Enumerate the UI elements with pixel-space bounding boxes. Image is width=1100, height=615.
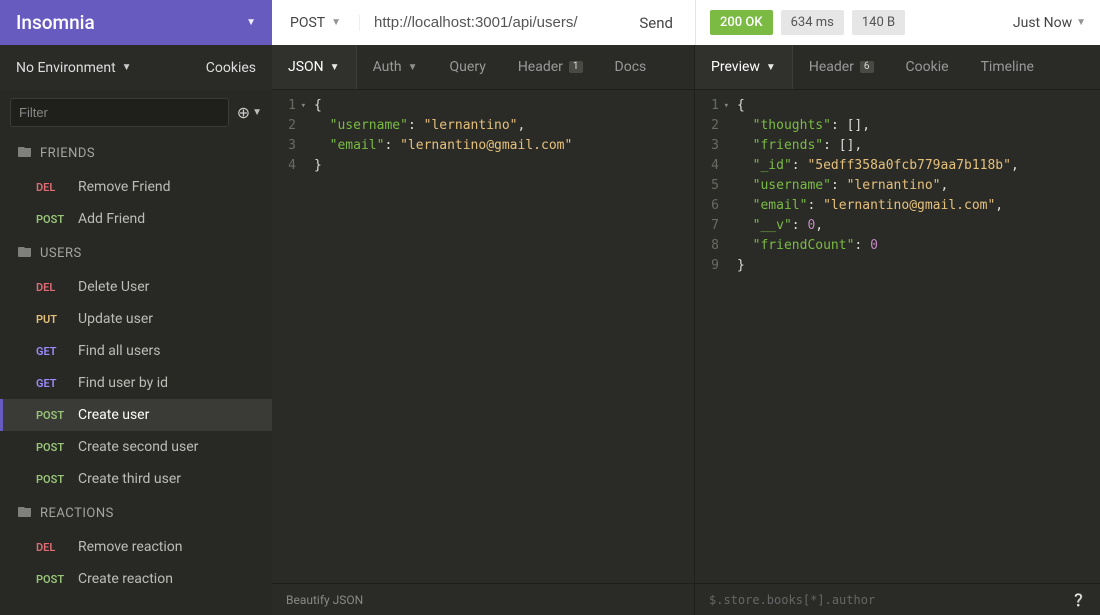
send-button[interactable]: Send (617, 14, 695, 32)
method-selector[interactable]: POST ▼ (272, 15, 360, 31)
request-item[interactable]: GET Find all users (0, 335, 272, 367)
plus-circle-icon: ⊕ (237, 103, 250, 122)
add-request-button[interactable]: ⊕ ▼ (237, 103, 262, 122)
request-label: Find user by id (78, 375, 168, 391)
request-method: POST (36, 473, 68, 486)
request-method: GET (36, 377, 68, 390)
environment-label: No Environment (16, 60, 116, 76)
request-method: POST (36, 441, 68, 454)
request-label: Add Friend (78, 211, 145, 227)
folder-icon (18, 505, 32, 521)
request-label: Update user (78, 311, 153, 327)
request-item[interactable]: GET Find user by id (0, 367, 272, 399)
sidebar: Insomnia ▼ No Environment ▼ Cookies ⊕ ▼ … (0, 0, 272, 615)
request-method: GET (36, 345, 68, 358)
chevron-down-icon: ▼ (122, 62, 132, 73)
tab-docs[interactable]: Docs (599, 45, 663, 89)
folder-users[interactable]: USERS (0, 235, 272, 271)
method-label: POST (290, 15, 325, 31)
folder-label: REACTIONS (40, 506, 114, 521)
request-method: DEL (36, 281, 68, 294)
filter-bar: ⊕ ▼ (0, 90, 272, 135)
request-label: Create second user (78, 439, 198, 455)
chevron-down-icon: ▼ (246, 17, 256, 28)
response-footer: ❔ (695, 583, 1100, 615)
request-item[interactable]: POST Create second user (0, 431, 272, 463)
request-method: DEL (36, 541, 68, 554)
url-bar: POST ▼ Send 200 OK 634 ms 140 B Just Now… (272, 0, 1100, 45)
request-method: POST (36, 573, 68, 586)
chevron-down-icon: ▼ (766, 62, 776, 73)
response-panel: Preview ▼ Header 6 Cookie Timeline 12345… (695, 45, 1100, 615)
header-count-badge: 1 (569, 61, 583, 73)
time-badge: 634 ms (781, 10, 844, 35)
request-tabs: JSON ▼ Auth ▼ Query Header 1 Docs (272, 45, 694, 90)
help-icon[interactable]: ❔ (1071, 593, 1086, 607)
app-title: Insomnia (16, 11, 95, 34)
size-badge: 140 B (852, 10, 905, 35)
request-list: FRIENDS DEL Remove Friend POST Add Friend USE… (0, 135, 272, 615)
folder-label: USERS (40, 246, 82, 261)
request-item[interactable]: DEL Remove reaction (0, 531, 272, 563)
cookies-button[interactable]: Cookies (206, 60, 256, 76)
request-method: POST (36, 213, 68, 226)
chevron-down-icon: ▼ (330, 62, 340, 73)
chevron-down-icon: ▼ (331, 17, 341, 28)
tab-auth[interactable]: Auth ▼ (357, 45, 434, 89)
request-body-editor[interactable]: 1234 { "username": "lernantino", "email"… (272, 90, 694, 583)
request-item[interactable]: POST Add Friend (0, 203, 272, 235)
request-label: Create user (78, 407, 149, 423)
chevron-down-icon: ▼ (252, 107, 262, 118)
request-item[interactable]: PUT Update user (0, 303, 272, 335)
environment-selector[interactable]: No Environment ▼ (16, 60, 132, 76)
response-body-viewer[interactable]: 123456789 { "thoughts": [], "friends": [… (695, 90, 1100, 583)
request-method: DEL (36, 181, 68, 194)
request-label: Find all users (78, 343, 160, 359)
request-item[interactable]: DEL Remove Friend (0, 171, 272, 203)
request-panel: JSON ▼ Auth ▼ Query Header 1 Docs 123 (272, 45, 695, 615)
folder-reactions[interactable]: REACTIONS (0, 495, 272, 531)
tab-response-header[interactable]: Header 6 (793, 45, 890, 89)
jsonpath-filter-input[interactable] (709, 593, 1063, 607)
history-selector[interactable]: Just Now ▼ (1013, 15, 1086, 31)
tab-cookie[interactable]: Cookie (890, 45, 965, 89)
request-label: Remove reaction (78, 539, 182, 555)
folder-friends[interactable]: FRIENDS (0, 135, 272, 171)
history-label: Just Now (1013, 15, 1072, 31)
folder-label: FRIENDS (40, 146, 95, 161)
request-label: Delete User (78, 279, 149, 295)
environment-bar: No Environment ▼ Cookies (0, 45, 272, 90)
tab-timeline[interactable]: Timeline (965, 45, 1050, 89)
url-input[interactable] (360, 14, 617, 31)
app-header[interactable]: Insomnia ▼ (0, 0, 272, 45)
request-item[interactable]: POST Create reaction (0, 563, 272, 595)
header-count-badge: 6 (860, 61, 874, 73)
beautify-button[interactable]: Beautify JSON (286, 593, 363, 607)
chevron-down-icon: ▼ (408, 62, 418, 73)
filter-input[interactable] (10, 98, 229, 127)
tab-query[interactable]: Query (434, 45, 502, 89)
folder-icon (18, 145, 32, 161)
request-item[interactable]: DEL Delete User (0, 271, 272, 303)
request-label: Remove Friend (78, 179, 171, 195)
status-badge: 200 OK (710, 10, 773, 35)
request-method: POST (36, 409, 68, 422)
tab-preview[interactable]: Preview ▼ (695, 45, 793, 89)
tab-body[interactable]: JSON ▼ (272, 45, 357, 89)
request-method: PUT (36, 313, 68, 326)
request-label: Create third user (78, 471, 181, 487)
response-tabs: Preview ▼ Header 6 Cookie Timeline (695, 45, 1100, 90)
request-label: Create reaction (78, 571, 173, 587)
tab-header[interactable]: Header 1 (502, 45, 599, 89)
folder-icon (18, 245, 32, 261)
request-item[interactable]: POST Create third user (0, 463, 272, 495)
request-footer: Beautify JSON (272, 583, 694, 615)
request-item[interactable]: POST Create user (0, 399, 272, 431)
chevron-down-icon: ▼ (1076, 17, 1086, 28)
